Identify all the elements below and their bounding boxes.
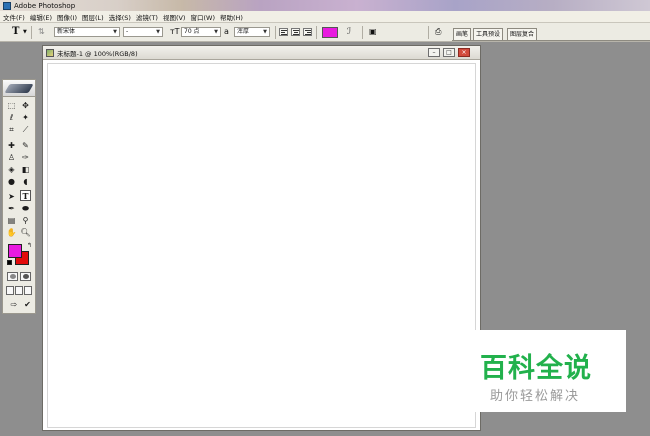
path-selection-tool-icon[interactable]: ➤ — [6, 191, 17, 202]
pen-tool-icon[interactable]: ✒ — [6, 203, 17, 214]
crop-tool-icon[interactable]: ⌗ — [6, 124, 17, 135]
shape-tool-icon[interactable]: ⬬ — [20, 203, 31, 214]
clone-stamp-tool-icon[interactable]: ♙ — [6, 152, 17, 163]
menu-filter[interactable]: 滤镜(T) — [136, 12, 158, 22]
default-colors-icon[interactable] — [7, 260, 12, 265]
file-browser-icon[interactable]: ⎙ — [435, 26, 441, 38]
dodge-tool-icon[interactable]: ◖ — [20, 176, 31, 187]
menu-image[interactable]: 图像(I) — [57, 12, 77, 22]
watermark-title: 百科全说 — [480, 353, 592, 384]
options-bar: T ▼ ⇅ 新宋体 ▼ - ▼ ᴛT 70 点 ▼ a 浑厚 ▼ ℐ ▣ ⎙ 画… — [0, 23, 650, 42]
document-window: 未标题-1 @ 100%(RGB/8) – □ × — [42, 45, 481, 431]
eyedropper-tool-icon[interactable]: ⚲ — [20, 215, 31, 226]
text-tool-preset-icon[interactable]: T — [12, 26, 19, 38]
toolbox-header[interactable] — [3, 80, 35, 97]
chevron-down-icon: ▼ — [156, 29, 160, 35]
text-orientation-icon[interactable]: ⇅ — [38, 26, 45, 38]
watermark-subtitle: 助你轻松解决 — [490, 389, 581, 404]
font-size-select[interactable]: 70 点 ▼ — [181, 27, 221, 37]
align-left-icon[interactable] — [279, 28, 288, 36]
eraser-tool-icon[interactable]: ◈ — [6, 164, 17, 175]
toolbox: ⬚ ✥ ℓ ✦ ⌗ ⟋ ✚ ✎ ♙ ✑ ◈ ◧ ● ◖ ➤ T ✒ ⬬ ▤ ⚲ … — [2, 79, 36, 314]
options-separator — [362, 26, 363, 39]
app-title: Adobe Photoshop — [14, 1, 76, 10]
options-separator — [428, 26, 429, 39]
foreground-color-swatch[interactable] — [8, 244, 22, 258]
menu-help[interactable]: 帮助(H) — [220, 12, 243, 22]
close-button[interactable]: × — [458, 48, 470, 57]
type-tool-icon[interactable]: T — [20, 190, 31, 201]
healing-brush-tool-icon[interactable]: ✚ — [6, 140, 17, 151]
watermark: 百科全说 助你轻松解决 — [454, 330, 626, 412]
menu-layer[interactable]: 图层(L) — [82, 12, 104, 22]
anti-alias-select[interactable]: 浑厚 ▼ — [234, 27, 270, 37]
menu-file[interactable]: 文件(F) — [3, 12, 25, 22]
blur-tool-icon[interactable]: ● — [6, 176, 17, 187]
marquee-tool-icon[interactable]: ⬚ — [6, 100, 17, 111]
edit-in-imageready-icon[interactable]: ✔ — [22, 299, 33, 310]
font-size-value: 70 点 — [184, 28, 200, 35]
font-family-value: 新宋体 — [57, 28, 76, 35]
chevron-down-icon: ▼ — [113, 29, 117, 35]
quick-mask-mode-button[interactable] — [20, 272, 31, 281]
document-title: 未标题-1 @ 100%(RGB/8) — [57, 49, 138, 58]
slice-tool-icon[interactable]: ⟋ — [20, 124, 31, 135]
document-icon — [46, 48, 54, 57]
font-family-select[interactable]: 新宋体 ▼ — [54, 27, 120, 37]
chevron-down-icon: ▼ — [263, 29, 267, 35]
options-separator — [31, 26, 32, 39]
gradient-tool-icon[interactable]: ◧ — [20, 164, 31, 175]
menu-bar: 文件(F) 编辑(E) 图像(I) 图层(L) 选择(S) 滤镜(T) 视图(V… — [0, 11, 650, 23]
options-separator — [316, 26, 317, 39]
app-titlebar: Adobe Photoshop — [0, 0, 650, 11]
menu-select[interactable]: 选择(S) — [109, 12, 131, 22]
menu-window[interactable]: 窗口(W) — [190, 12, 215, 22]
font-size-icon: ᴛT — [170, 27, 180, 36]
maximize-button[interactable]: □ — [443, 48, 455, 57]
palette-well — [452, 40, 650, 41]
swap-colors-icon[interactable]: ↰ — [24, 240, 35, 251]
jump-to-imageready-icon[interactable]: ⇨ — [7, 299, 21, 310]
menu-edit[interactable]: 编辑(E) — [30, 12, 52, 22]
minimize-button[interactable]: – — [428, 48, 440, 57]
menu-view[interactable]: 视图(V) — [163, 12, 186, 22]
magic-wand-tool-icon[interactable]: ✦ — [20, 112, 31, 123]
screen-mode-full-menu-button[interactable] — [15, 286, 23, 295]
align-right-icon[interactable] — [303, 28, 312, 36]
feather-logo-icon — [4, 84, 34, 93]
screen-mode-standard-button[interactable] — [6, 286, 14, 295]
zoom-tool-icon[interactable]: 🔍︎ — [20, 227, 31, 238]
notes-tool-icon[interactable]: ▤ — [6, 215, 17, 226]
move-tool-icon[interactable]: ✥ — [20, 100, 31, 111]
chevron-down-icon: ▼ — [214, 29, 218, 35]
document-canvas[interactable] — [47, 63, 476, 428]
anti-alias-icon: a — [224, 27, 229, 36]
document-titlebar[interactable]: 未标题-1 @ 100%(RGB/8) — [43, 46, 480, 60]
align-center-icon[interactable] — [291, 28, 300, 36]
screen-mode-full-button[interactable] — [24, 286, 32, 295]
hand-tool-icon[interactable]: ✋ — [6, 227, 17, 238]
photoshop-logo-icon — [3, 1, 11, 10]
anti-alias-value: 浑厚 — [237, 28, 250, 35]
tool-preset-arrow-icon[interactable]: ▼ — [23, 26, 27, 38]
history-brush-tool-icon[interactable]: ✑ — [20, 152, 31, 163]
standard-mode-button[interactable] — [7, 272, 18, 281]
lasso-tool-icon[interactable]: ℓ — [6, 112, 17, 123]
warp-text-icon[interactable]: ℐ — [347, 26, 351, 38]
brush-tool-icon[interactable]: ✎ — [20, 140, 31, 151]
options-separator — [275, 26, 276, 39]
text-color-swatch[interactable] — [322, 27, 338, 38]
font-style-value: - — [126, 28, 129, 35]
palettes-toggle-icon[interactable]: ▣ — [369, 26, 377, 38]
font-style-select[interactable]: - ▼ — [123, 27, 163, 37]
